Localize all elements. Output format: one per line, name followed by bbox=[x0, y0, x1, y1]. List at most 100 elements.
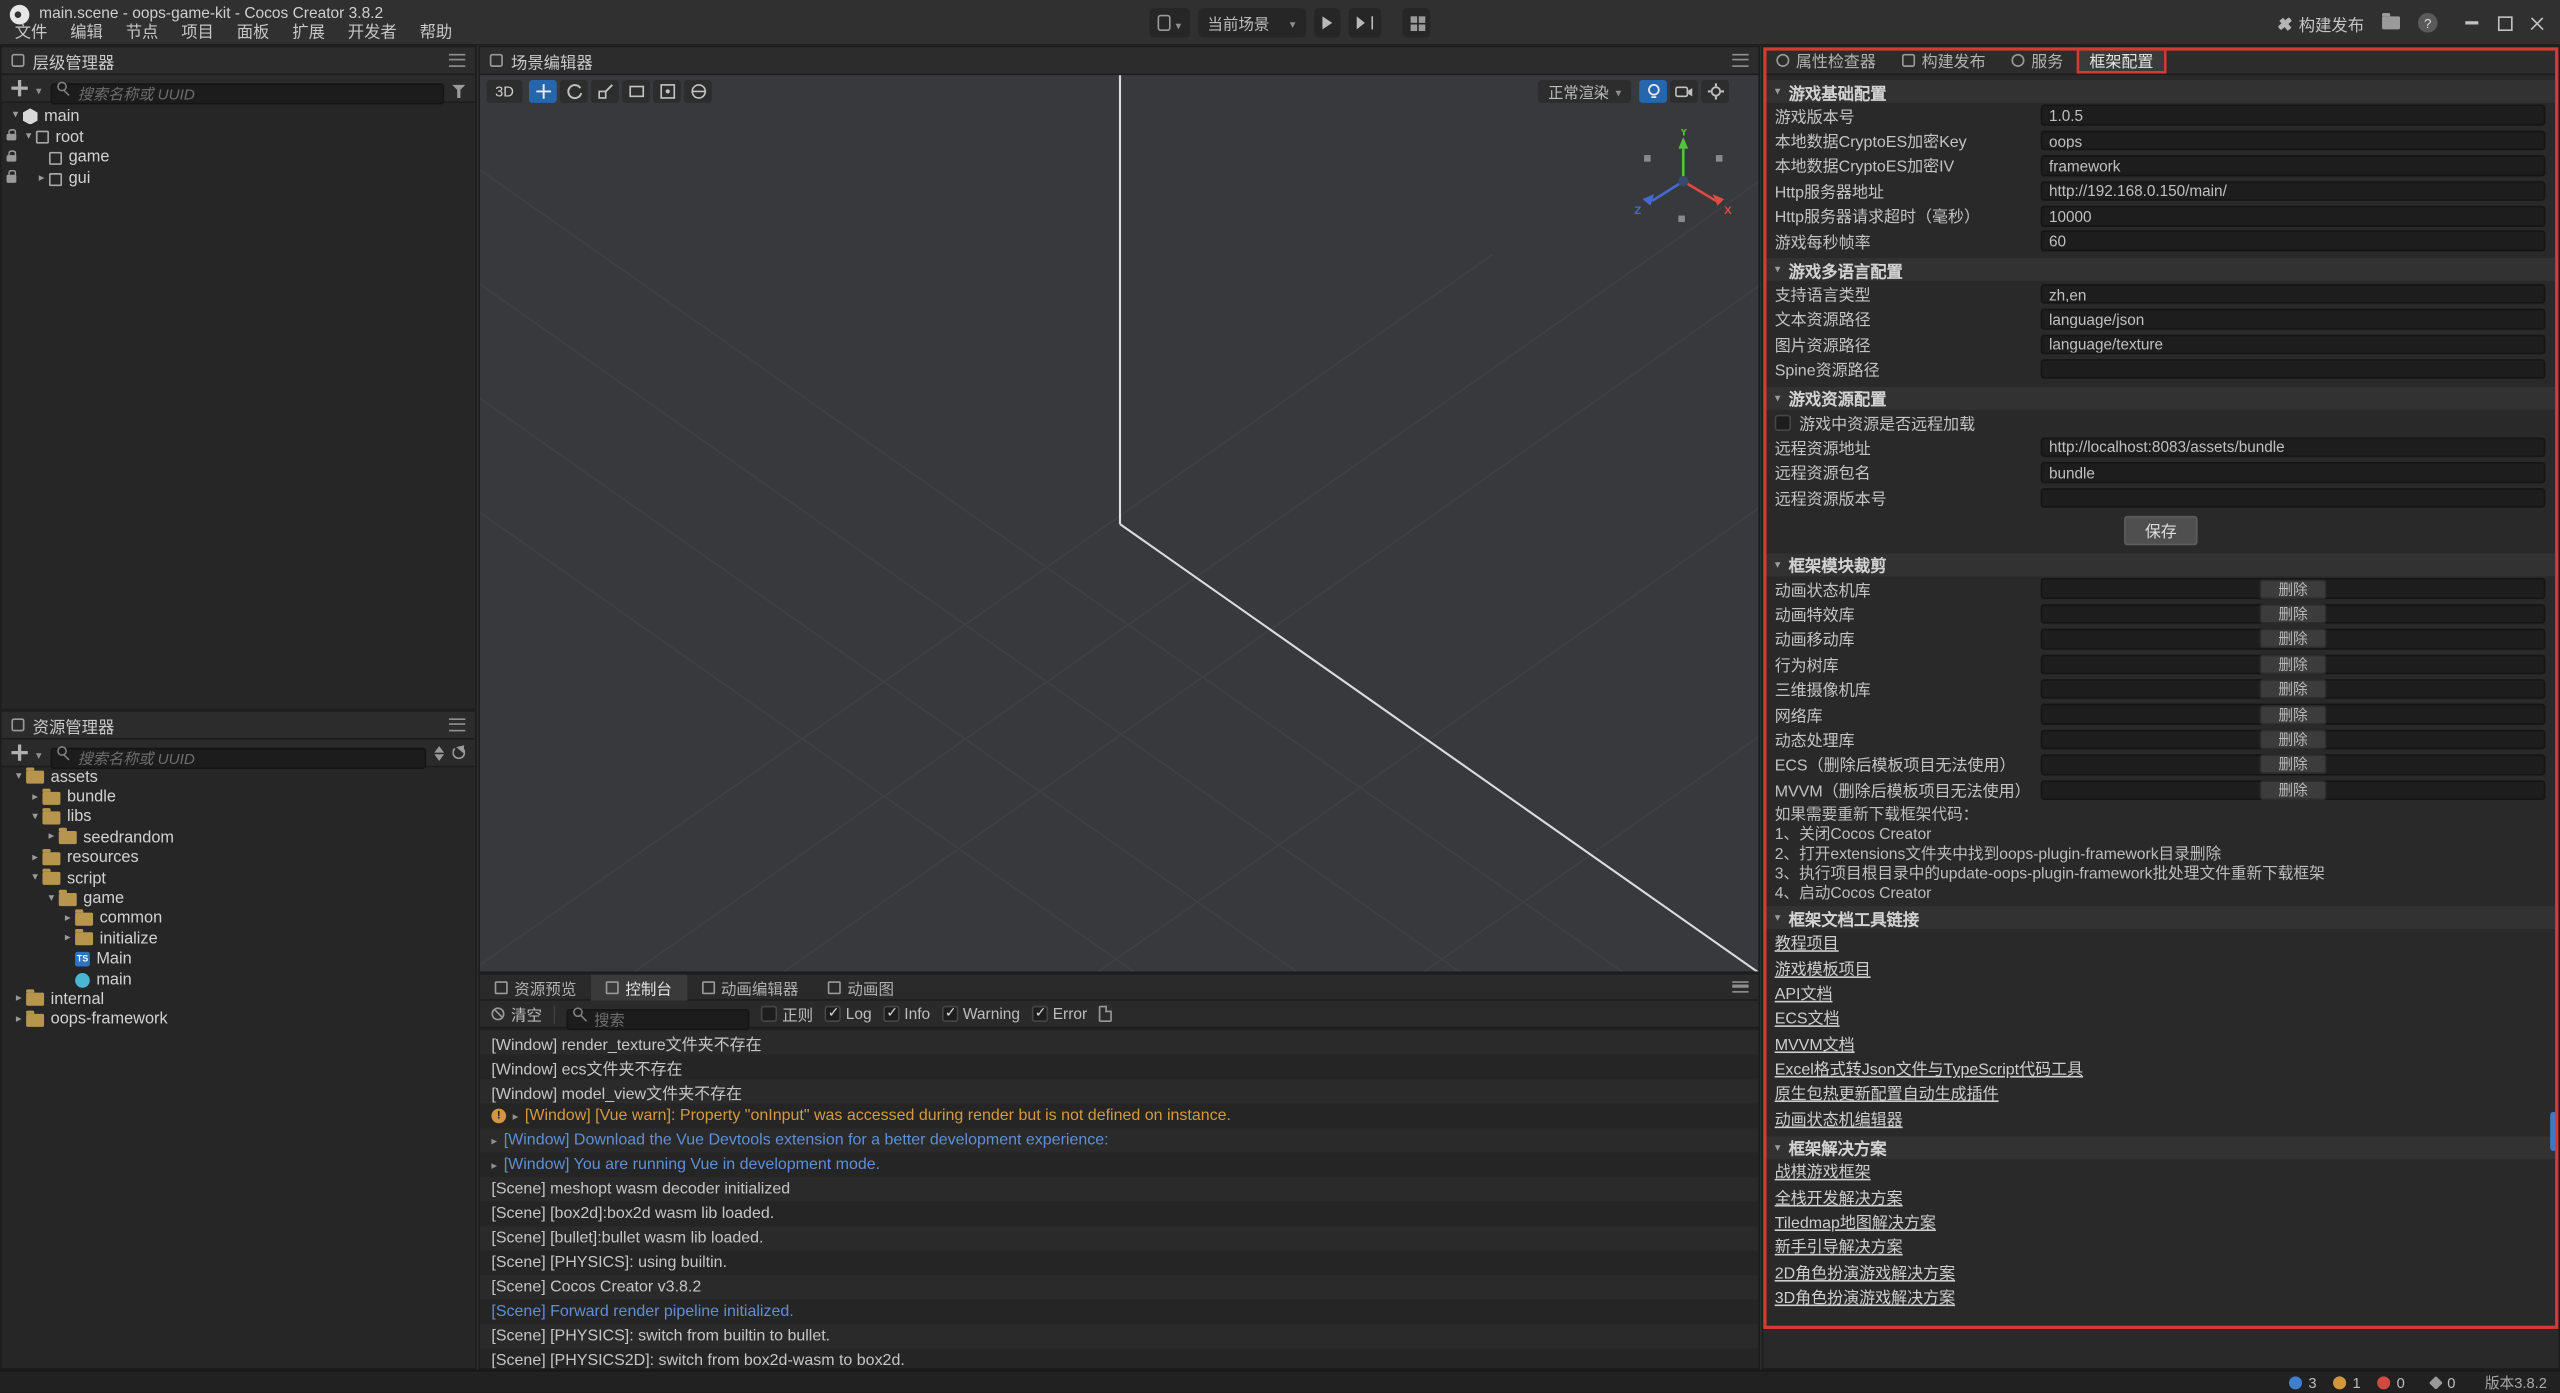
doc-link[interactable]: 教程项目 bbox=[1763, 930, 1838, 955]
sort-icon[interactable] bbox=[434, 745, 444, 760]
tab-property-inspector[interactable]: 属性检查器 bbox=[1763, 47, 1889, 73]
remote-bundle-input[interactable] bbox=[2041, 462, 2545, 482]
expand-arrow-icon[interactable] bbox=[21, 128, 36, 148]
remote-version-input[interactable] bbox=[2041, 487, 2545, 507]
filter-info[interactable]: Info bbox=[883, 1005, 930, 1023]
delete-module-button[interactable]: 删除 bbox=[2260, 579, 2325, 599]
menu-edit[interactable]: 编辑 bbox=[59, 23, 115, 44]
expand-arrow-icon[interactable] bbox=[28, 788, 43, 808]
filter-regex[interactable]: 正则 bbox=[761, 1002, 813, 1025]
crypto-key-input[interactable] bbox=[2041, 130, 2545, 150]
info-checkbox[interactable] bbox=[883, 1006, 899, 1022]
collapse-logs-icon[interactable] bbox=[1099, 1006, 1112, 1022]
warning-count-icon[interactable] bbox=[2333, 1376, 2346, 1389]
log-row[interactable]: [Scene] meshopt wasm decoder initialized bbox=[480, 1177, 1758, 1201]
spine-path-input[interactable] bbox=[2041, 359, 2545, 379]
log-row[interactable]: [Scene] [bullet]:bullet wasm lib loaded. bbox=[480, 1226, 1758, 1250]
doc-link[interactable]: 游戏模板项目 bbox=[1763, 955, 1870, 980]
filter-log[interactable]: Log bbox=[825, 1005, 872, 1023]
solution-link[interactable]: 战棋游戏框架 bbox=[1763, 1158, 1870, 1183]
texture-path-input[interactable] bbox=[2041, 334, 2545, 354]
menu-panel[interactable]: 面板 bbox=[225, 23, 281, 44]
device-select-button[interactable] bbox=[1149, 8, 1189, 37]
crypto-iv-input[interactable] bbox=[2041, 155, 2545, 175]
log-row[interactable]: [Scene] [PHYSICS]: switch from builtin t… bbox=[480, 1324, 1758, 1348]
rect-tool-button[interactable] bbox=[622, 80, 650, 103]
panel-menu-icon[interactable] bbox=[1732, 54, 1748, 66]
log-row-info[interactable]: [Window] You are running Vue in developm… bbox=[480, 1153, 1758, 1177]
create-node-icon[interactable] bbox=[11, 80, 27, 96]
languages-input[interactable] bbox=[2041, 284, 2545, 304]
axis-gizmo[interactable]: Y X Z bbox=[1631, 129, 1735, 233]
play-button[interactable] bbox=[1313, 8, 1339, 37]
hierarchy-node-main[interactable]: main bbox=[2, 106, 475, 127]
render-mode-dropdown[interactable]: 正常渲染 bbox=[1538, 80, 1631, 103]
expand-arrow-icon[interactable] bbox=[11, 990, 26, 1010]
asset-row[interactable]: script bbox=[2, 868, 475, 888]
log-row[interactable]: [Scene] [PHYSICS2D]: switch from box2d-w… bbox=[480, 1349, 1758, 1369]
refresh-icon[interactable] bbox=[452, 746, 465, 759]
log-row[interactable]: [Window] model_view文件夹不存在 bbox=[480, 1079, 1758, 1103]
log-row[interactable]: [Window] render_texture文件夹不存在 bbox=[480, 1030, 1758, 1054]
delete-module-button[interactable]: 删除 bbox=[2260, 654, 2325, 674]
delete-module-button[interactable]: 删除 bbox=[2260, 780, 2325, 800]
doc-link[interactable]: ECS文档 bbox=[1763, 1005, 1839, 1030]
doc-link[interactable]: MVVM文档 bbox=[1763, 1030, 1854, 1055]
menu-node[interactable]: 节点 bbox=[114, 23, 170, 44]
game-version-input[interactable] bbox=[2041, 105, 2545, 125]
delete-module-button[interactable]: 删除 bbox=[2260, 629, 2325, 649]
text-path-input[interactable] bbox=[2041, 309, 2545, 329]
fps-input[interactable] bbox=[2041, 231, 2545, 251]
section-module-trim[interactable]: 框架模块裁剪 bbox=[1763, 553, 2558, 576]
asset-row[interactable]: main bbox=[2, 970, 475, 990]
log-row-info[interactable]: [Window] Download the Vue Devtools exten… bbox=[480, 1128, 1758, 1152]
delete-module-button[interactable]: 删除 bbox=[2260, 604, 2325, 624]
expand-arrow-icon[interactable] bbox=[513, 1109, 519, 1122]
error-count-icon[interactable] bbox=[2377, 1376, 2390, 1389]
log-checkbox[interactable] bbox=[825, 1006, 841, 1022]
3d-toggle-button[interactable]: 3D bbox=[487, 80, 523, 103]
expand-arrow-icon[interactable] bbox=[11, 768, 26, 788]
warning-checkbox[interactable] bbox=[942, 1006, 958, 1022]
neg-x-handle[interactable] bbox=[1644, 155, 1651, 162]
asset-row[interactable]: common bbox=[2, 909, 475, 929]
filter-error[interactable]: Error bbox=[1031, 1005, 1087, 1023]
asset-row[interactable]: TS Main bbox=[2, 949, 475, 969]
remote-url-input[interactable] bbox=[2041, 437, 2545, 457]
filter-icon[interactable] bbox=[452, 85, 465, 92]
scene-viewport[interactable]: 3D 正常渲染 bbox=[480, 75, 1758, 971]
scrollbar-thumb[interactable] bbox=[2550, 1112, 2557, 1151]
http-server-input[interactable] bbox=[2041, 181, 2545, 201]
assets-search-input[interactable] bbox=[50, 748, 426, 769]
tab-animation-editor[interactable]: 动画编辑器 bbox=[687, 974, 814, 1000]
lighting-toggle-button[interactable] bbox=[1639, 80, 1667, 103]
lock-icon[interactable] bbox=[7, 154, 17, 161]
expand-arrow-icon[interactable] bbox=[60, 909, 75, 929]
expand-arrow-icon[interactable] bbox=[44, 828, 59, 848]
menu-project[interactable]: 项目 bbox=[170, 23, 226, 44]
expand-arrow-icon[interactable] bbox=[491, 1134, 497, 1147]
move-tool-button[interactable] bbox=[529, 80, 557, 103]
console-search-input[interactable] bbox=[567, 1009, 750, 1030]
solution-link[interactable]: Tiledmap地图解决方案 bbox=[1763, 1209, 1936, 1234]
tab-build-publish[interactable]: 构建发布 bbox=[1889, 47, 1999, 73]
delete-module-button[interactable]: 删除 bbox=[2260, 705, 2325, 725]
tab-framework-config[interactable]: 框架配置 bbox=[2076, 47, 2166, 73]
asset-row[interactable]: bundle bbox=[2, 788, 475, 808]
doc-link[interactable]: 原生包热更新配置自动生成插件 bbox=[1763, 1080, 1998, 1105]
build-publish-button[interactable]: 构建发布 bbox=[2278, 11, 2365, 35]
tab-service[interactable]: 服务 bbox=[1999, 47, 2077, 73]
open-project-folder-icon[interactable] bbox=[2382, 16, 2400, 29]
neg-y-handle[interactable] bbox=[1678, 216, 1685, 223]
layout-button[interactable] bbox=[1403, 8, 1431, 37]
expand-arrow-icon[interactable] bbox=[60, 929, 75, 949]
tab-asset-preview[interactable]: 资源预览 bbox=[480, 974, 591, 1000]
asset-row[interactable]: game bbox=[2, 889, 475, 909]
delete-module-button[interactable]: 删除 bbox=[2260, 730, 2325, 750]
doc-link[interactable]: API文档 bbox=[1763, 980, 1832, 1005]
doc-link[interactable]: Excel格式转Json文件与TypeScript代码工具 bbox=[1763, 1055, 2083, 1080]
scene-settings-button[interactable] bbox=[1701, 80, 1729, 103]
remote-load-checkbox[interactable] bbox=[1775, 414, 1791, 430]
doc-link[interactable]: 动画状态机编辑器 bbox=[1763, 1106, 1902, 1131]
log-row-warning[interactable]: [Window] [Vue warn]: Property "onInput" … bbox=[480, 1104, 1758, 1128]
